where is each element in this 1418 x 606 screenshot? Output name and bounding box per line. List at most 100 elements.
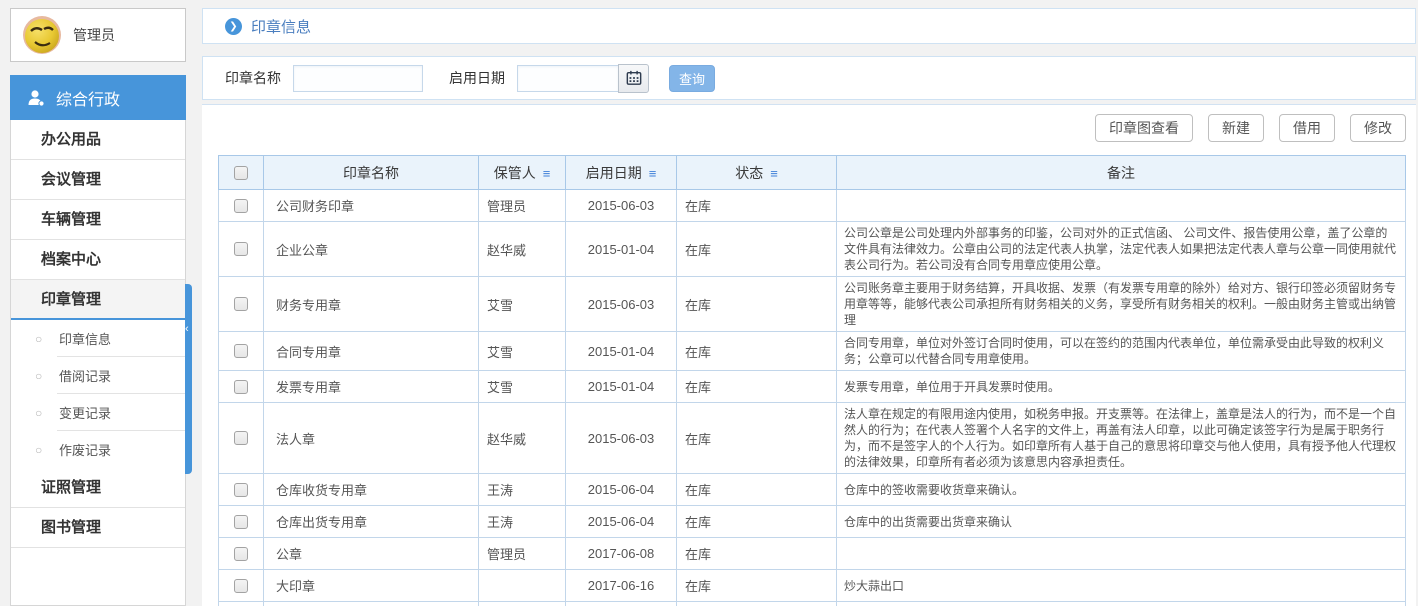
row-checkbox[interactable] xyxy=(234,199,248,213)
status-cell: 在库 xyxy=(677,403,837,474)
remark-cell xyxy=(837,190,1406,222)
page-title: 印章信息 xyxy=(251,16,311,37)
row-checkbox[interactable] xyxy=(234,380,248,394)
sidebar-item-archive-center[interactable]: 档案中心 xyxy=(11,240,185,280)
arrow-circle-icon: ❯ xyxy=(225,18,242,35)
sidebar-collapse-handle[interactable]: ‹ xyxy=(185,284,192,474)
date-cell: 2015-06-03 xyxy=(566,190,677,222)
seal-name-cell: 大印章 xyxy=(264,570,479,602)
date-cell: 2015-06-03 xyxy=(566,277,677,332)
row-checkbox-cell xyxy=(219,538,264,570)
view-seal-image-button[interactable]: 印章图查看 xyxy=(1095,114,1193,142)
column-label: 状态 xyxy=(735,165,763,181)
keeper-cell xyxy=(479,570,566,602)
row-checkbox[interactable] xyxy=(234,431,248,445)
row-checkbox-cell xyxy=(219,332,264,371)
borrow-button[interactable]: 借用 xyxy=(1279,114,1335,142)
person-icon xyxy=(26,88,46,108)
status-cell: 在库 xyxy=(677,538,837,570)
row-checkbox-cell xyxy=(219,403,264,474)
column-header-remark: 备注 xyxy=(837,156,1406,190)
seal-name-cell: 卧槽这是什么印章？？？？？！！！ xyxy=(264,602,479,606)
table-row[interactable]: 公司财务印章管理员2015-06-03在库 xyxy=(219,190,1406,222)
table-row[interactable]: 公章管理员2017-06-08在库 xyxy=(219,538,1406,570)
row-checkbox-cell xyxy=(219,371,264,403)
row-checkbox[interactable] xyxy=(234,483,248,497)
table-row[interactable]: 大印章2017-06-16在库炒大蒜出口 xyxy=(219,570,1406,602)
keeper-cell: 管理员 xyxy=(479,538,566,570)
table-row[interactable]: 企业公章赵华威2015-01-04在库公司公章是公司处理内外部事务的印鉴，公司对… xyxy=(219,222,1406,277)
avatar xyxy=(23,16,61,54)
date-cell: 2015-06-04 xyxy=(566,506,677,538)
keeper-cell: 王涛 xyxy=(479,474,566,506)
start-date-input[interactable] xyxy=(517,65,619,92)
user-card: 管理员 xyxy=(10,8,186,62)
search-bar: 印章名称 启用日期 查询 xyxy=(202,56,1416,100)
create-button[interactable]: 新建 xyxy=(1208,114,1264,142)
status-cell: 在库 xyxy=(677,190,837,222)
table-row[interactable]: 仓库收货专用章王涛2015-06-04在库仓库中的签收需要收货章来确认。 xyxy=(219,474,1406,506)
seal-name-cell: 法人章 xyxy=(264,403,479,474)
table-row[interactable]: 法人章赵华威2015-06-03在库法人章在规定的有限用途内使用，如税务申报。开… xyxy=(219,403,1406,474)
modify-button[interactable]: 修改 xyxy=(1350,114,1406,142)
sidebar-item-vehicle-management[interactable]: 车辆管理 xyxy=(11,200,185,240)
submenu-item-label: 作废记录 xyxy=(59,440,111,459)
table-row[interactable]: 合同专用章艾雪2015-01-04在库合同专用章，单位对外签订合同时使用，可以在… xyxy=(219,332,1406,371)
status-cell: 在库 xyxy=(677,506,837,538)
submenu-item-label: 借阅记录 xyxy=(59,366,111,385)
sidebar-section-general-admin[interactable]: 综合行政 xyxy=(10,75,186,120)
remark-cell: 发票专用章，单位用于开具发票时使用。 xyxy=(837,371,1406,403)
sidebar-item-book-management[interactable]: 图书管理 xyxy=(11,508,185,548)
column-header-keeper[interactable]: 保管人≡ xyxy=(479,156,566,190)
table-row[interactable]: 仓库出货专用章王涛2015-06-04在库仓库中的出货需要出货章来确认 xyxy=(219,506,1406,538)
row-checkbox[interactable] xyxy=(234,515,248,529)
submenu-item-label: 变更记录 xyxy=(59,403,111,422)
radio-bullet-icon: ○ xyxy=(35,443,42,457)
sidebar-item-office-supplies[interactable]: 办公用品 xyxy=(11,120,185,160)
column-header-status[interactable]: 状态 ≡ xyxy=(677,156,837,190)
seal-name-cell: 仓库出货专用章 xyxy=(264,506,479,538)
submenu-item-seal-info[interactable]: ○ 印章信息 xyxy=(11,320,185,357)
radio-bullet-icon: ○ xyxy=(35,332,42,346)
sort-filter-icon[interactable]: ≡ xyxy=(543,166,551,181)
keeper-cell: 王涛 xyxy=(479,506,566,538)
table-row[interactable]: 卧槽这是什么印章？？？？？！！！管理员2017-06-23在库怪事情的印章 xyxy=(219,602,1406,606)
sidebar-item-meeting-management[interactable]: 会议管理 xyxy=(11,160,185,200)
row-checkbox[interactable] xyxy=(234,242,248,256)
seal-name-input[interactable] xyxy=(293,65,423,92)
sort-filter-icon[interactable]: ≡ xyxy=(649,166,657,181)
row-checkbox[interactable] xyxy=(234,297,248,311)
submenu-item-label: 印章信息 xyxy=(59,329,111,348)
app-root: 管理员 综合行政 办公用品会议管理车辆管理档案中心印章管理○印章信息○借阅记录○… xyxy=(0,0,1418,606)
column-label: 备注 xyxy=(1107,165,1135,181)
radio-bullet-icon: ○ xyxy=(35,369,42,383)
seal-name-cell: 公章 xyxy=(264,538,479,570)
row-checkbox[interactable] xyxy=(234,579,248,593)
row-checkbox[interactable] xyxy=(234,344,248,358)
table-row[interactable]: 发票专用章艾雪2015-01-04在库发票专用章，单位用于开具发票时使用。 xyxy=(219,371,1406,403)
row-checkbox-cell xyxy=(219,570,264,602)
sort-filter-icon[interactable]: ≡ xyxy=(770,166,778,181)
page-title-bar: ❯ 印章信息 xyxy=(202,8,1416,44)
remark-cell: 仓库中的出货需要出货章来确认 xyxy=(837,506,1406,538)
calendar-button[interactable] xyxy=(618,64,649,93)
remark-cell: 仓库中的签收需要收货章来确认。 xyxy=(837,474,1406,506)
remark-cell: 合同专用章，单位对外签订合同时使用，可以在签约的范围内代表单位，单位需承受由此导… xyxy=(837,332,1406,371)
user-name: 管理员 xyxy=(73,25,115,45)
seal-name-cell: 财务专用章 xyxy=(264,277,479,332)
select-all-checkbox[interactable] xyxy=(234,166,248,180)
start-date-label: 启用日期 xyxy=(449,68,505,88)
submenu-item-change-records[interactable]: ○变更记录 xyxy=(11,394,185,431)
sidebar-item-license-management[interactable]: 证照管理 xyxy=(11,468,185,508)
row-checkbox[interactable] xyxy=(234,547,248,561)
submenu-item-void-records[interactable]: ○ 作废记录 xyxy=(11,431,185,468)
sidebar-item-seal-management[interactable]: 印章管理 xyxy=(11,280,185,320)
seal-name-cell: 公司财务印章 xyxy=(264,190,479,222)
keeper-cell: 赵华威 xyxy=(479,222,566,277)
table-row[interactable]: 财务专用章艾雪2015-06-03在库公司账务章主要用于财务结算，开具收据、发票… xyxy=(219,277,1406,332)
remark-cell xyxy=(837,538,1406,570)
row-checkbox-cell xyxy=(219,506,264,538)
column-header-start-date[interactable]: 启用日期≡ xyxy=(566,156,677,190)
submenu-item-borrow-records[interactable]: ○ 借阅记录 xyxy=(11,357,185,394)
query-button[interactable]: 查询 xyxy=(669,65,715,92)
